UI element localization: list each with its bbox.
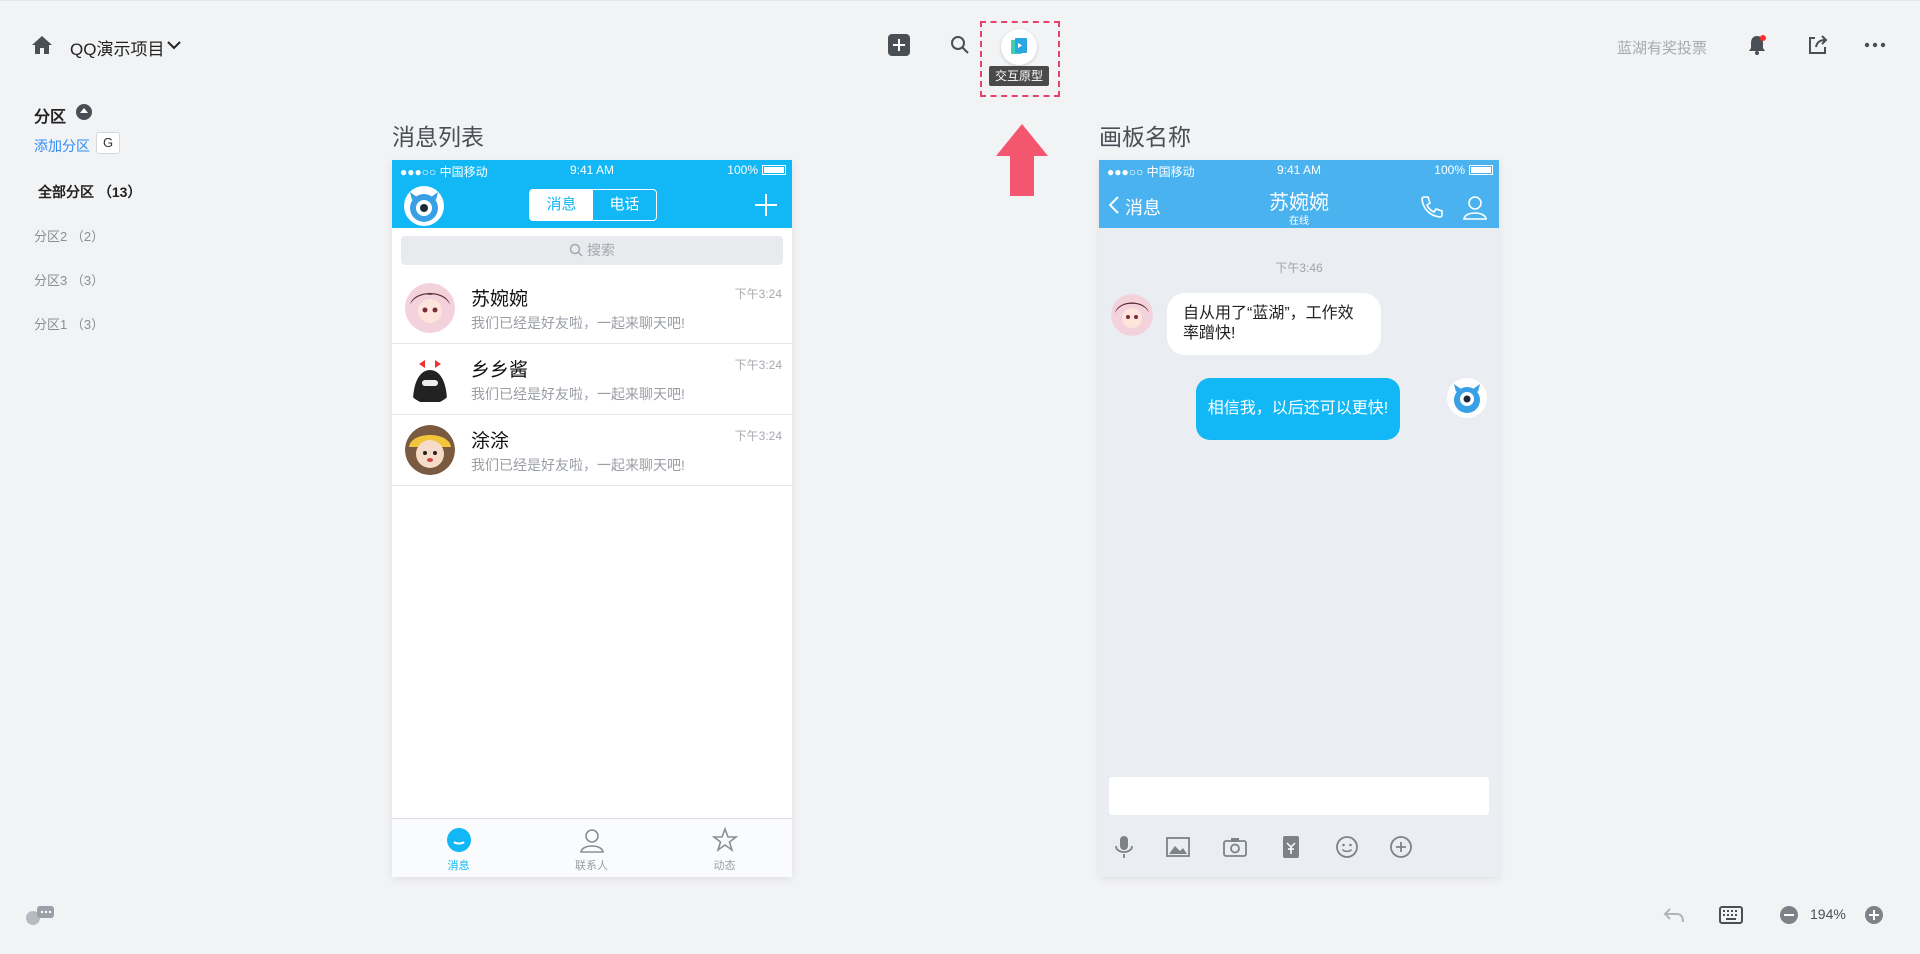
zoom-out-button[interactable] [1780,906,1798,924]
incoming-message: 自从用了“蓝湖”，工作效率蹭快! [1167,293,1381,355]
avatar [1111,294,1153,336]
search-input[interactable]: 搜索 [401,236,783,265]
section-count: （2） [70,229,105,244]
chat-time: 下午3:24 [734,287,782,301]
search-icon[interactable] [949,34,971,56]
section-label: 分区1 [34,317,68,332]
emoji-icon[interactable] [1334,834,1360,860]
add-icon[interactable] [755,194,777,216]
tab-moments[interactable]: 动态 [658,819,791,877]
microphone-icon[interactable] [1111,834,1137,860]
chat-name: 乡乡酱 [471,360,529,381]
collapse-icon[interactable] [76,104,92,120]
keyboard-icon[interactable] [1719,906,1743,924]
phone-icon[interactable] [1419,194,1445,220]
tab-calls[interactable]: 电话 [593,190,656,220]
sidebar-title: 分区 [34,109,67,126]
section-label: 分区2 [34,229,68,244]
sidebar-item-section3[interactable]: 分区3 （3） [34,270,104,289]
red-packet-icon[interactable] [1278,834,1304,860]
chat-time: 下午3:24 [734,429,782,443]
chat-name: 涂涂 [471,431,510,452]
chat-time: 下午3:24 [734,358,782,372]
artboard-message-list[interactable]: ●●●○○ 中国移动 9:41 AM 100% 消息 电话 搜索 苏婉婉 我们已… [392,160,792,877]
status-bar: ●●●○○ 中国移动 9:41 AM 100% [392,160,792,180]
section-label: 分区3 [34,273,68,288]
undo-icon[interactable] [1662,906,1686,924]
section-count: （3） [70,273,105,288]
sidebar-item-all[interactable]: 全部分区 （13） [38,182,141,202]
section-count: （13） [97,184,142,200]
sidebar-item-section2[interactable]: 分区2 （2） [34,226,104,245]
monster-avatar-icon [410,192,438,222]
chevron-down-icon[interactable] [166,38,182,52]
battery-icon [1469,165,1493,175]
tab-label: 联系人 [575,860,608,872]
shortcut-key-badge: G [96,132,120,154]
star-icon [712,827,738,853]
avatar [405,354,455,404]
message-timestamp: 下午3:46 [1275,261,1323,275]
plus-circle-icon[interactable] [1388,834,1414,860]
message-bubble-icon [447,828,471,852]
status-bar: ●●●○○ 中国移动 9:41 AM 100% [1099,160,1499,180]
chat-name: 苏婉婉 [471,289,529,310]
bell-icon[interactable] [1745,33,1769,57]
zoom-in-button[interactable] [1865,906,1883,924]
avatar [405,283,455,333]
user-icon[interactable] [1463,194,1487,220]
add-artboard-button[interactable] [888,34,910,56]
avatar [1447,378,1487,418]
message-input[interactable] [1109,777,1489,815]
image-icon[interactable] [1165,834,1191,860]
search-placeholder: 搜索 [587,242,615,258]
tab-bar: 消息 联系人 动态 [392,818,792,877]
section-count: （3） [70,317,105,332]
list-item[interactable]: 涂涂 我们已经是好友啦，一起来聊天吧! 下午3:24 [392,415,792,486]
chat-preview: 我们已经是好友啦，一起来聊天吧! [471,315,685,331]
tab-messages[interactable]: 消息 [530,190,593,220]
pointer-arrow [996,124,1048,196]
vote-link[interactable]: 蓝湖有奖投票 [1617,37,1707,58]
input-toolbar [1099,826,1499,866]
outgoing-message: 相信我，以后还可以更快! [1196,378,1400,440]
contacts-icon [580,829,604,853]
section-label: 全部分区 [38,184,94,200]
prototype-tooltip: 交互原型 [989,66,1050,86]
prototype-button[interactable] [1001,29,1037,65]
monster-avatar-icon [1454,384,1480,413]
tab-contacts[interactable]: 联系人 [525,819,658,877]
artboard-label[interactable]: 画板名称 [1099,118,1191,152]
search-icon [569,243,583,257]
add-section-link[interactable]: 添加分区 [34,136,90,156]
avatar[interactable] [404,186,444,226]
tab-label: 消息 [447,860,470,872]
avatar [405,425,455,475]
project-name[interactable]: QQ演示项目 [70,35,164,60]
tab-label: 动态 [713,860,736,872]
battery-label: 100% [727,163,758,177]
artboard-label[interactable]: 消息列表 [392,118,484,152]
battery-icon [762,165,786,175]
zoom-level: 194% [1810,906,1846,922]
segmented-control: 消息 电话 [529,189,657,221]
tab-messages-bottom[interactable]: 消息 [392,819,525,877]
feedback-icon[interactable] [24,904,56,928]
home-icon[interactable] [30,34,54,56]
chat-preview: 我们已经是好友啦，一起来聊天吧! [471,386,685,402]
camera-icon[interactable] [1222,834,1248,860]
share-icon[interactable] [1806,33,1830,57]
battery-label: 100% [1434,163,1465,177]
list-item[interactable]: 乡乡酱 我们已经是好友啦，一起来聊天吧! 下午3:24 [392,344,792,415]
keyboard-keys [1723,910,1737,920]
top-toolbar: QQ演示项目 交互原型 蓝湖有奖投票 [0,0,1920,97]
list-item[interactable]: 苏婉婉 我们已经是好友啦，一起来聊天吧! 下午3:24 [392,273,792,344]
sidebar-item-section1[interactable]: 分区1 （3） [34,314,104,333]
app-header: ●●●○○ 中国移动 9:41 AM 100% 消息 电话 [392,160,792,228]
artboard-chat-detail[interactable]: ●●●○○ 中国移动 9:41 AM 100% 消息 苏婉婉 在线 下午3:46… [1099,160,1499,877]
chat-header: ●●●○○ 中国移动 9:41 AM 100% 消息 苏婉婉 在线 [1099,160,1499,228]
prototype-icon [1011,38,1027,54]
more-icon[interactable] [1864,42,1886,48]
chat-preview: 我们已经是好友啦，一起来聊天吧! [471,457,685,473]
